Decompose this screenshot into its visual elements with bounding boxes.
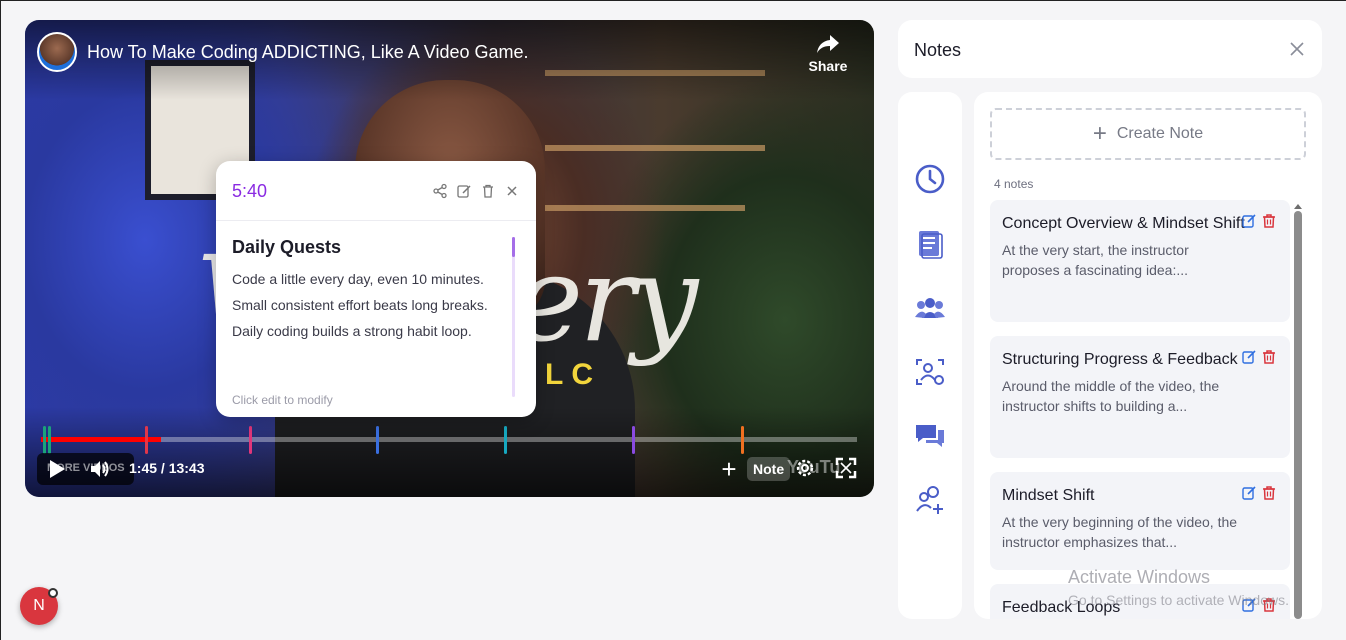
popup-body: Daily Quests Code a little every day, ev…	[232, 237, 504, 346]
note-card[interactable]: Structuring Progress & Feedback Around t…	[990, 336, 1290, 458]
notes-title: Notes	[914, 40, 962, 60]
video-title[interactable]: How To Make Coding ADDICTING, Like A Vid…	[87, 42, 529, 63]
add-user-icon[interactable]	[914, 484, 946, 516]
gear-icon[interactable]	[794, 457, 816, 479]
status-dot	[48, 588, 58, 598]
note-marker[interactable]	[42, 426, 46, 454]
note-title: Mindset Shift	[1002, 487, 1095, 504]
note-preview: Around the middle of the video, the inst…	[1002, 378, 1220, 414]
popup-line: Small consistent effort beats long break…	[232, 297, 488, 313]
popup-timestamp[interactable]: 5:40	[232, 181, 267, 202]
note-marker[interactable]	[503, 426, 507, 454]
note-marker[interactable]	[631, 426, 635, 454]
add-note-button[interactable]: + Note	[717, 454, 791, 484]
popup-header: 5:40	[216, 161, 536, 221]
note-marker[interactable]	[249, 426, 253, 454]
channel-avatar[interactable]	[37, 32, 77, 72]
time-readout: 1:45 / 13:43	[129, 460, 205, 476]
popup-heading: Daily Quests	[232, 237, 342, 257]
activation-watermark-subtitle: Go to Settings to activate Windows.	[1068, 592, 1289, 608]
clock-icon[interactable]	[914, 163, 946, 195]
share-icon[interactable]	[432, 183, 448, 199]
trash-icon[interactable]	[1262, 486, 1276, 500]
note-marker[interactable]	[375, 426, 379, 454]
progress-bar[interactable]	[41, 437, 857, 442]
edit-icon[interactable]	[1242, 214, 1256, 228]
trash-icon[interactable]	[480, 183, 496, 199]
volume-icon[interactable]	[89, 458, 111, 480]
popup-line: Code a little every day, even 10 minutes…	[232, 271, 484, 287]
popup-scroll-thumb[interactable]	[512, 237, 515, 257]
background-shelf	[545, 145, 765, 151]
note-title: Concept Overview & Mindset Shift	[1002, 215, 1245, 232]
background-shelf	[545, 205, 745, 211]
create-note-button[interactable]: + Create Note	[990, 108, 1306, 160]
note-preview: At the very start, the instructor propos…	[1002, 242, 1189, 278]
popup-line: Daily coding builds a strong habit loop.	[232, 323, 472, 339]
chat-icon[interactable]	[914, 420, 946, 452]
icon-rail	[898, 92, 962, 619]
activation-watermark-title: Activate Windows	[1068, 567, 1211, 587]
notes-list-icon[interactable]	[914, 228, 946, 260]
note-popup: 5:40 Daily Quests Code a little every da…	[216, 161, 536, 417]
fullscreen-icon[interactable]	[835, 457, 857, 479]
notes-count: 4 notes	[994, 177, 1034, 191]
edit-icon[interactable]	[1242, 486, 1256, 500]
note-marker[interactable]	[47, 426, 51, 454]
popup-hint: Click edit to modify	[232, 393, 333, 407]
notes-header: Notes	[898, 20, 1322, 78]
note-marker[interactable]	[741, 426, 745, 454]
notes-list: + Create Note 4 notes Concept Overview &…	[974, 92, 1322, 619]
notes-scrollbar[interactable]	[1293, 204, 1303, 619]
share-icon	[817, 35, 839, 53]
scroll-thumb[interactable]	[1294, 211, 1302, 619]
background-lettering-yellow: LC	[545, 358, 601, 391]
user-scan-icon[interactable]	[914, 356, 946, 388]
note-title: Structuring Progress & Feedback	[1002, 351, 1238, 368]
close-icon[interactable]	[504, 183, 520, 199]
plus-icon: +	[1092, 120, 1107, 147]
group-icon[interactable]	[914, 292, 946, 324]
note-card[interactable]: Mindset Shift At the very beginning of t…	[990, 472, 1290, 570]
note-card[interactable]: Concept Overview & Mindset Shift At the …	[990, 200, 1290, 322]
bottom-gradient	[25, 407, 874, 497]
trash-icon[interactable]	[1262, 214, 1276, 228]
close-icon[interactable]	[1290, 42, 1304, 56]
share-button[interactable]: Share	[808, 32, 848, 74]
play-icon[interactable]	[47, 458, 67, 480]
share-label: Share	[808, 58, 848, 74]
create-note-label: Create Note	[1116, 125, 1204, 142]
trash-icon[interactable]	[1262, 350, 1276, 364]
note-preview: At the very beginning of the video, the …	[1002, 514, 1238, 550]
popup-actions	[432, 183, 520, 199]
note-marker[interactable]	[145, 426, 149, 454]
edit-icon[interactable]	[1242, 350, 1256, 364]
progress-fill	[41, 437, 161, 442]
add-note-label: Note	[747, 457, 791, 481]
scroll-up-arrow-icon[interactable]	[1294, 204, 1302, 209]
popup-scrollbar[interactable]	[512, 237, 515, 397]
plus-icon: +	[721, 454, 737, 484]
edit-icon[interactable]	[456, 183, 472, 199]
